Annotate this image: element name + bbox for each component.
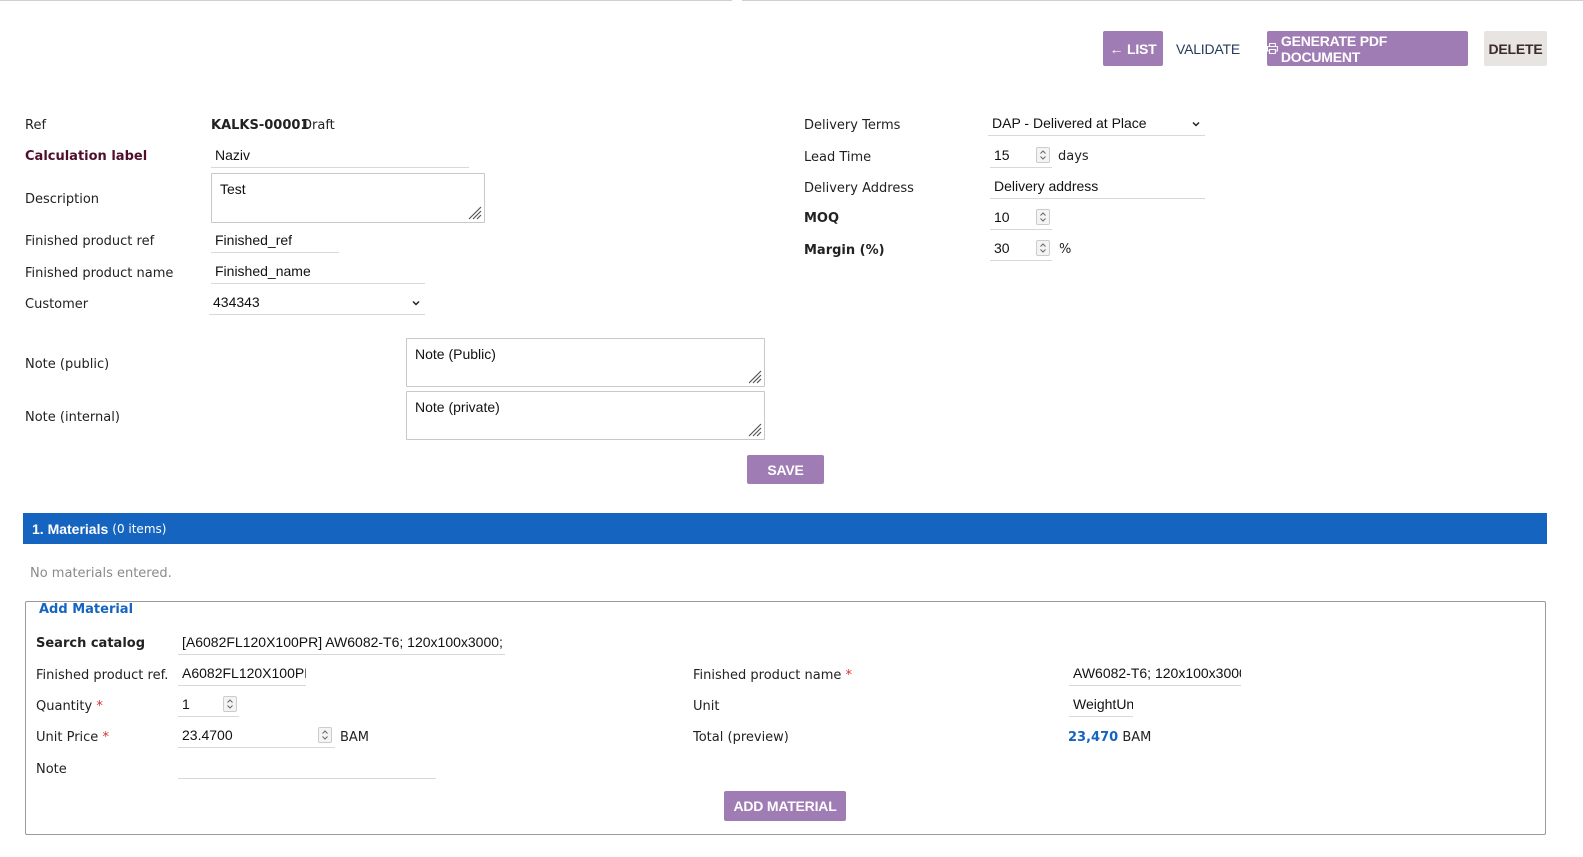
calculation-label-input[interactable]: Naziv	[211, 143, 469, 168]
description-label: Description	[25, 192, 100, 207]
add-material-button[interactable]: ADD MATERIAL	[724, 791, 846, 821]
status-badge: Draft	[302, 118, 335, 133]
stepper-arrows-icon	[1040, 243, 1046, 253]
margin-stepper[interactable]	[1036, 240, 1050, 256]
stepper-arrows-icon	[322, 730, 328, 740]
chevron-down-icon	[412, 300, 420, 306]
delivery-terms-value: DAP - Delivered at Place	[992, 115, 1147, 131]
resize-grip-icon[interactable]	[746, 421, 762, 437]
unit-price-label: Unit Price *	[36, 730, 109, 745]
note-public-placeholder: Note (Public)	[415, 346, 496, 362]
delivery-terms-label: Delivery Terms	[804, 118, 901, 133]
materials-count: (0 items)	[112, 521, 167, 536]
quantity-label: Quantity *	[36, 699, 103, 714]
required-mark: *	[102, 730, 109, 745]
chevron-down-icon	[1192, 121, 1200, 127]
top-divider-right	[742, 0, 1583, 1]
stepper-arrows-icon	[227, 699, 233, 709]
materials-section-header: 1. Materials (0 items)	[23, 513, 1547, 544]
unit-price-value: 23.4700	[182, 727, 233, 743]
note-internal-textarea[interactable]: Note (private)	[406, 391, 765, 440]
quantity-stepper[interactable]	[223, 696, 237, 712]
quantity-label-text: Quantity	[36, 699, 93, 714]
material-fp-ref-label: Finished product ref.	[36, 668, 169, 683]
note-internal-label: Note (internal)	[25, 410, 120, 425]
ref-value: KALKS-00001	[211, 118, 310, 133]
quantity-value: 1	[182, 696, 190, 712]
margin-label: Margin (%)	[804, 243, 885, 258]
note-public-label: Note (public)	[25, 357, 110, 372]
materials-title: 1. Materials	[32, 520, 109, 537]
unit-price-input[interactable]: 23.4700	[178, 723, 335, 748]
finished-product-ref-label: Finished product ref	[25, 234, 155, 249]
description-textarea[interactable]: Test	[211, 173, 485, 223]
delivery-terms-select[interactable]: DAP - Delivered at Place	[988, 111, 1205, 136]
finished-product-ref-input[interactable]: Finished_ref	[211, 228, 339, 253]
material-fp-ref-input[interactable]: A6082FL120X100PR	[178, 661, 306, 686]
search-catalog-label: Search catalog	[36, 636, 146, 651]
finished-product-name-label: Finished product name	[25, 266, 174, 281]
stepper-arrows-icon	[1040, 212, 1046, 222]
total-preview: 23,470 BAM	[1068, 730, 1151, 745]
unit-price-stepper[interactable]	[318, 727, 332, 743]
delivery-address-label: Delivery Address	[804, 181, 914, 196]
note-internal-placeholder: Note (private)	[415, 399, 500, 415]
material-note-input[interactable]	[178, 754, 436, 779]
top-divider-left	[0, 0, 732, 1]
unit-price-currency: BAM	[340, 730, 370, 745]
total-preview-label: Total (preview)	[693, 730, 789, 745]
unit-label: Unit	[693, 699, 720, 714]
calculation-label-label: Calculation label	[25, 149, 148, 164]
material-fp-name-label-text: Finished product name	[693, 668, 842, 683]
validate-button[interactable]: VALIDATE	[1172, 31, 1244, 66]
generate-pdf-button[interactable]: GENERATE PDF DOCUMENT	[1267, 31, 1468, 66]
printer-icon	[1267, 43, 1278, 54]
lead-time-stepper[interactable]	[1036, 147, 1050, 163]
resize-grip-icon[interactable]	[466, 204, 482, 220]
finished-product-name-input[interactable]: Finished_name	[211, 259, 425, 284]
search-catalog-input[interactable]: [A6082FL120X100PR] AW6082-T6; 120x100x30…	[178, 630, 505, 655]
list-button[interactable]: ← LIST	[1103, 31, 1163, 66]
resize-grip-icon[interactable]	[746, 368, 762, 384]
stepper-arrows-icon	[1040, 150, 1046, 160]
customer-label: Customer	[25, 297, 89, 312]
generate-pdf-label: GENERATE PDF DOCUMENT	[1280, 32, 1388, 65]
material-fp-name-label: Finished product name *	[693, 668, 852, 683]
total-preview-value: 23,470	[1068, 730, 1119, 745]
add-material-legend: Add Material	[35, 602, 138, 617]
save-button[interactable]: SAVE	[747, 455, 824, 484]
moq-stepper[interactable]	[1036, 209, 1050, 225]
lead-time-unit: days	[1058, 149, 1089, 164]
customer-select[interactable]: 434343	[209, 290, 425, 315]
ref-label: Ref	[25, 118, 47, 133]
note-public-textarea[interactable]: Note (Public)	[406, 338, 765, 387]
material-fp-name-input[interactable]: AW6082-T6; 120x100x3000;	[1069, 661, 1241, 686]
required-mark: *	[96, 699, 103, 714]
margin-value: 30	[994, 240, 1010, 256]
required-mark: *	[845, 668, 853, 683]
unit-price-label-text: Unit Price	[36, 730, 99, 745]
total-preview-currency: BAM	[1122, 730, 1152, 745]
margin-unit: %	[1059, 242, 1072, 257]
lead-time-value: 15	[994, 147, 1010, 163]
customer-select-value: 434343	[213, 294, 260, 310]
description-text: Test	[220, 181, 246, 197]
material-note-label: Note	[36, 762, 67, 777]
moq-label: MOQ	[804, 211, 840, 226]
unit-input[interactable]: WeightUn	[1069, 692, 1133, 717]
delete-button[interactable]: DELETE	[1484, 31, 1547, 66]
delivery-address-input[interactable]: Delivery address	[990, 174, 1205, 199]
materials-empty-text: No materials entered.	[30, 566, 172, 581]
lead-time-label: Lead Time	[804, 150, 872, 165]
moq-value: 10	[994, 209, 1010, 225]
